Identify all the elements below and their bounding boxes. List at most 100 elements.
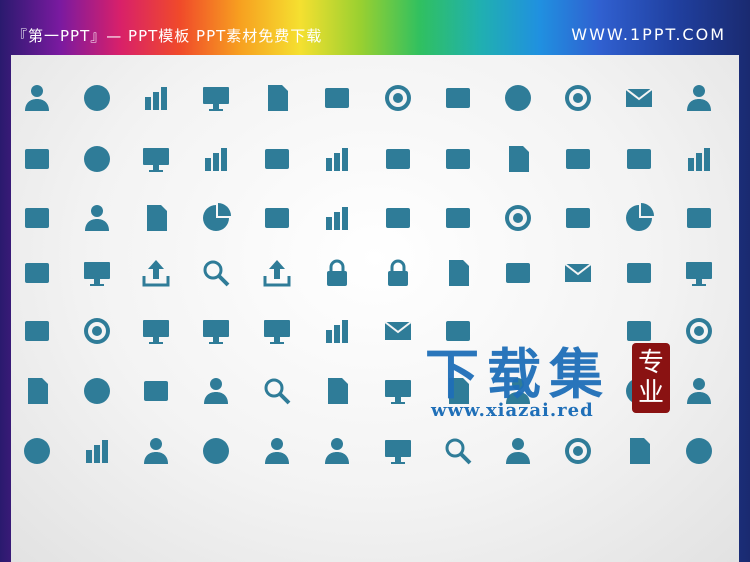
person-card-icon (498, 431, 538, 471)
monitor-mail-icon (619, 78, 659, 118)
brain-gear-icon (196, 431, 236, 471)
user-icon (17, 78, 57, 118)
monitor-pen-icon-glyph (143, 320, 169, 344)
file-cabinet-icon-glyph (627, 149, 651, 169)
flag-icon-glyph (24, 438, 50, 464)
laptop-money-icon-glyph (84, 262, 110, 286)
exchange-arrows-icon-glyph (687, 208, 711, 228)
trash-can-icon (438, 139, 478, 179)
recycle-people-icon-glyph (687, 85, 711, 111)
telephone-handset-icon (378, 198, 418, 238)
site-url[interactable]: WWW.1PPT.COM (571, 25, 726, 44)
seal-char-2: 业 (637, 378, 664, 408)
certificate-icon-glyph (268, 85, 288, 111)
tablet-icon-glyph (385, 380, 411, 404)
projector-list-icon (136, 139, 176, 179)
banknote-icon (498, 253, 538, 293)
money-cycle-icon-glyph (505, 205, 531, 231)
pie-chart-slice-icon (619, 198, 659, 238)
browser-hand-icon-glyph (385, 440, 411, 464)
easel-chart-icon (317, 311, 357, 351)
shopping-cart-icon (558, 198, 598, 238)
pie-chart-icon-glyph (203, 203, 231, 231)
search-icon-glyph (203, 260, 230, 287)
money-cycle-icon (498, 198, 538, 238)
picture-icon (317, 371, 357, 411)
download-icon (257, 253, 297, 293)
handshake-icon-glyph (265, 149, 289, 169)
head-gear-icon-glyph (505, 85, 531, 111)
newspaper-icon (619, 431, 659, 471)
user-icon-glyph (25, 85, 49, 111)
chat-bubble-icon (77, 371, 117, 411)
phone-touch-icon-glyph (627, 263, 651, 283)
coffee-cup-icon (77, 78, 117, 118)
stacked-columns-icon-glyph (326, 148, 348, 171)
browser-window-icon-glyph (264, 320, 290, 344)
padlock-open-icon-glyph (388, 259, 408, 286)
growth-chart-icon-glyph (86, 440, 108, 463)
folder-open-icon-glyph (509, 146, 529, 172)
search-icon (196, 253, 236, 293)
hourglass-icon (17, 198, 57, 238)
html-laptop-icon (196, 311, 236, 351)
folder-search-icon-glyph (445, 438, 472, 465)
seal-char-1: 专 (637, 348, 664, 378)
watermark-url: www.xiazai.red (431, 400, 594, 421)
laptop-chart-icon (317, 198, 357, 238)
pie-chart-slice-icon-glyph (626, 203, 654, 231)
brain-gear-icon-glyph (203, 438, 229, 464)
tablet-icon (378, 371, 418, 411)
strategy-icon (558, 431, 598, 471)
handshake-icon (257, 139, 297, 179)
shopping-basket-icon-glyph (386, 149, 410, 169)
desk-lamp-icon-glyph (325, 88, 349, 108)
shopping-cart-icon-glyph (566, 208, 590, 228)
picture-icon-glyph (328, 378, 348, 404)
id-card-icon-glyph (28, 378, 48, 404)
upload-icon-glyph (142, 260, 170, 287)
network-people-icon (196, 371, 236, 411)
coffee-cup-icon-glyph (84, 85, 110, 111)
team-icon (257, 431, 297, 471)
projector-list-icon-glyph (143, 148, 169, 172)
desk-phone-icon (558, 139, 598, 179)
brand-title[interactable]: 『第一PPT』— PPT模板 PPT素材免费下载 (12, 25, 322, 46)
envelope-icon-glyph (564, 263, 592, 282)
shield-icon (679, 431, 719, 471)
open-mail-icon (378, 311, 418, 351)
phone-touch-icon (619, 253, 659, 293)
person-dollar-icon-glyph (687, 378, 711, 404)
handshake-small-icon (136, 371, 176, 411)
flag-icon (17, 431, 57, 471)
bar-blocks-icon-glyph (145, 87, 167, 110)
envelope-icon (558, 253, 598, 293)
presentation-board-icon-glyph (203, 87, 229, 111)
padlock-locked-icon-glyph (327, 259, 347, 286)
stacked-columns-icon (317, 139, 357, 179)
briefcase-icon (438, 198, 478, 238)
target-icon (378, 78, 418, 118)
easel-chart-icon-glyph (326, 320, 348, 343)
phone-gear-icon-glyph (446, 88, 470, 108)
chat-bubble-icon-glyph (84, 378, 110, 404)
cd-disc-icon-glyph (565, 85, 591, 111)
paper-plane-icon (17, 139, 57, 179)
calendar-icon-glyph (449, 260, 469, 286)
browser-window-icon (257, 311, 297, 351)
shield-icon-glyph (686, 438, 712, 464)
speech-people-icon (317, 431, 357, 471)
banknote-icon-glyph (506, 263, 530, 283)
padlock-open-icon (378, 253, 418, 293)
lightbulb-icon (77, 139, 117, 179)
network-people-icon-glyph (204, 378, 228, 404)
head-gear-icon (498, 78, 538, 118)
glasses-icon (17, 311, 57, 351)
speech-people-icon-glyph (325, 438, 349, 464)
folder-search-icon (438, 431, 478, 471)
id-card-icon (17, 371, 57, 411)
paper-plane-icon-glyph (25, 149, 49, 169)
glasses-clipboard-icon-glyph (147, 205, 167, 231)
glasses-icon-glyph (25, 321, 49, 341)
shopping-basket-icon (378, 139, 418, 179)
